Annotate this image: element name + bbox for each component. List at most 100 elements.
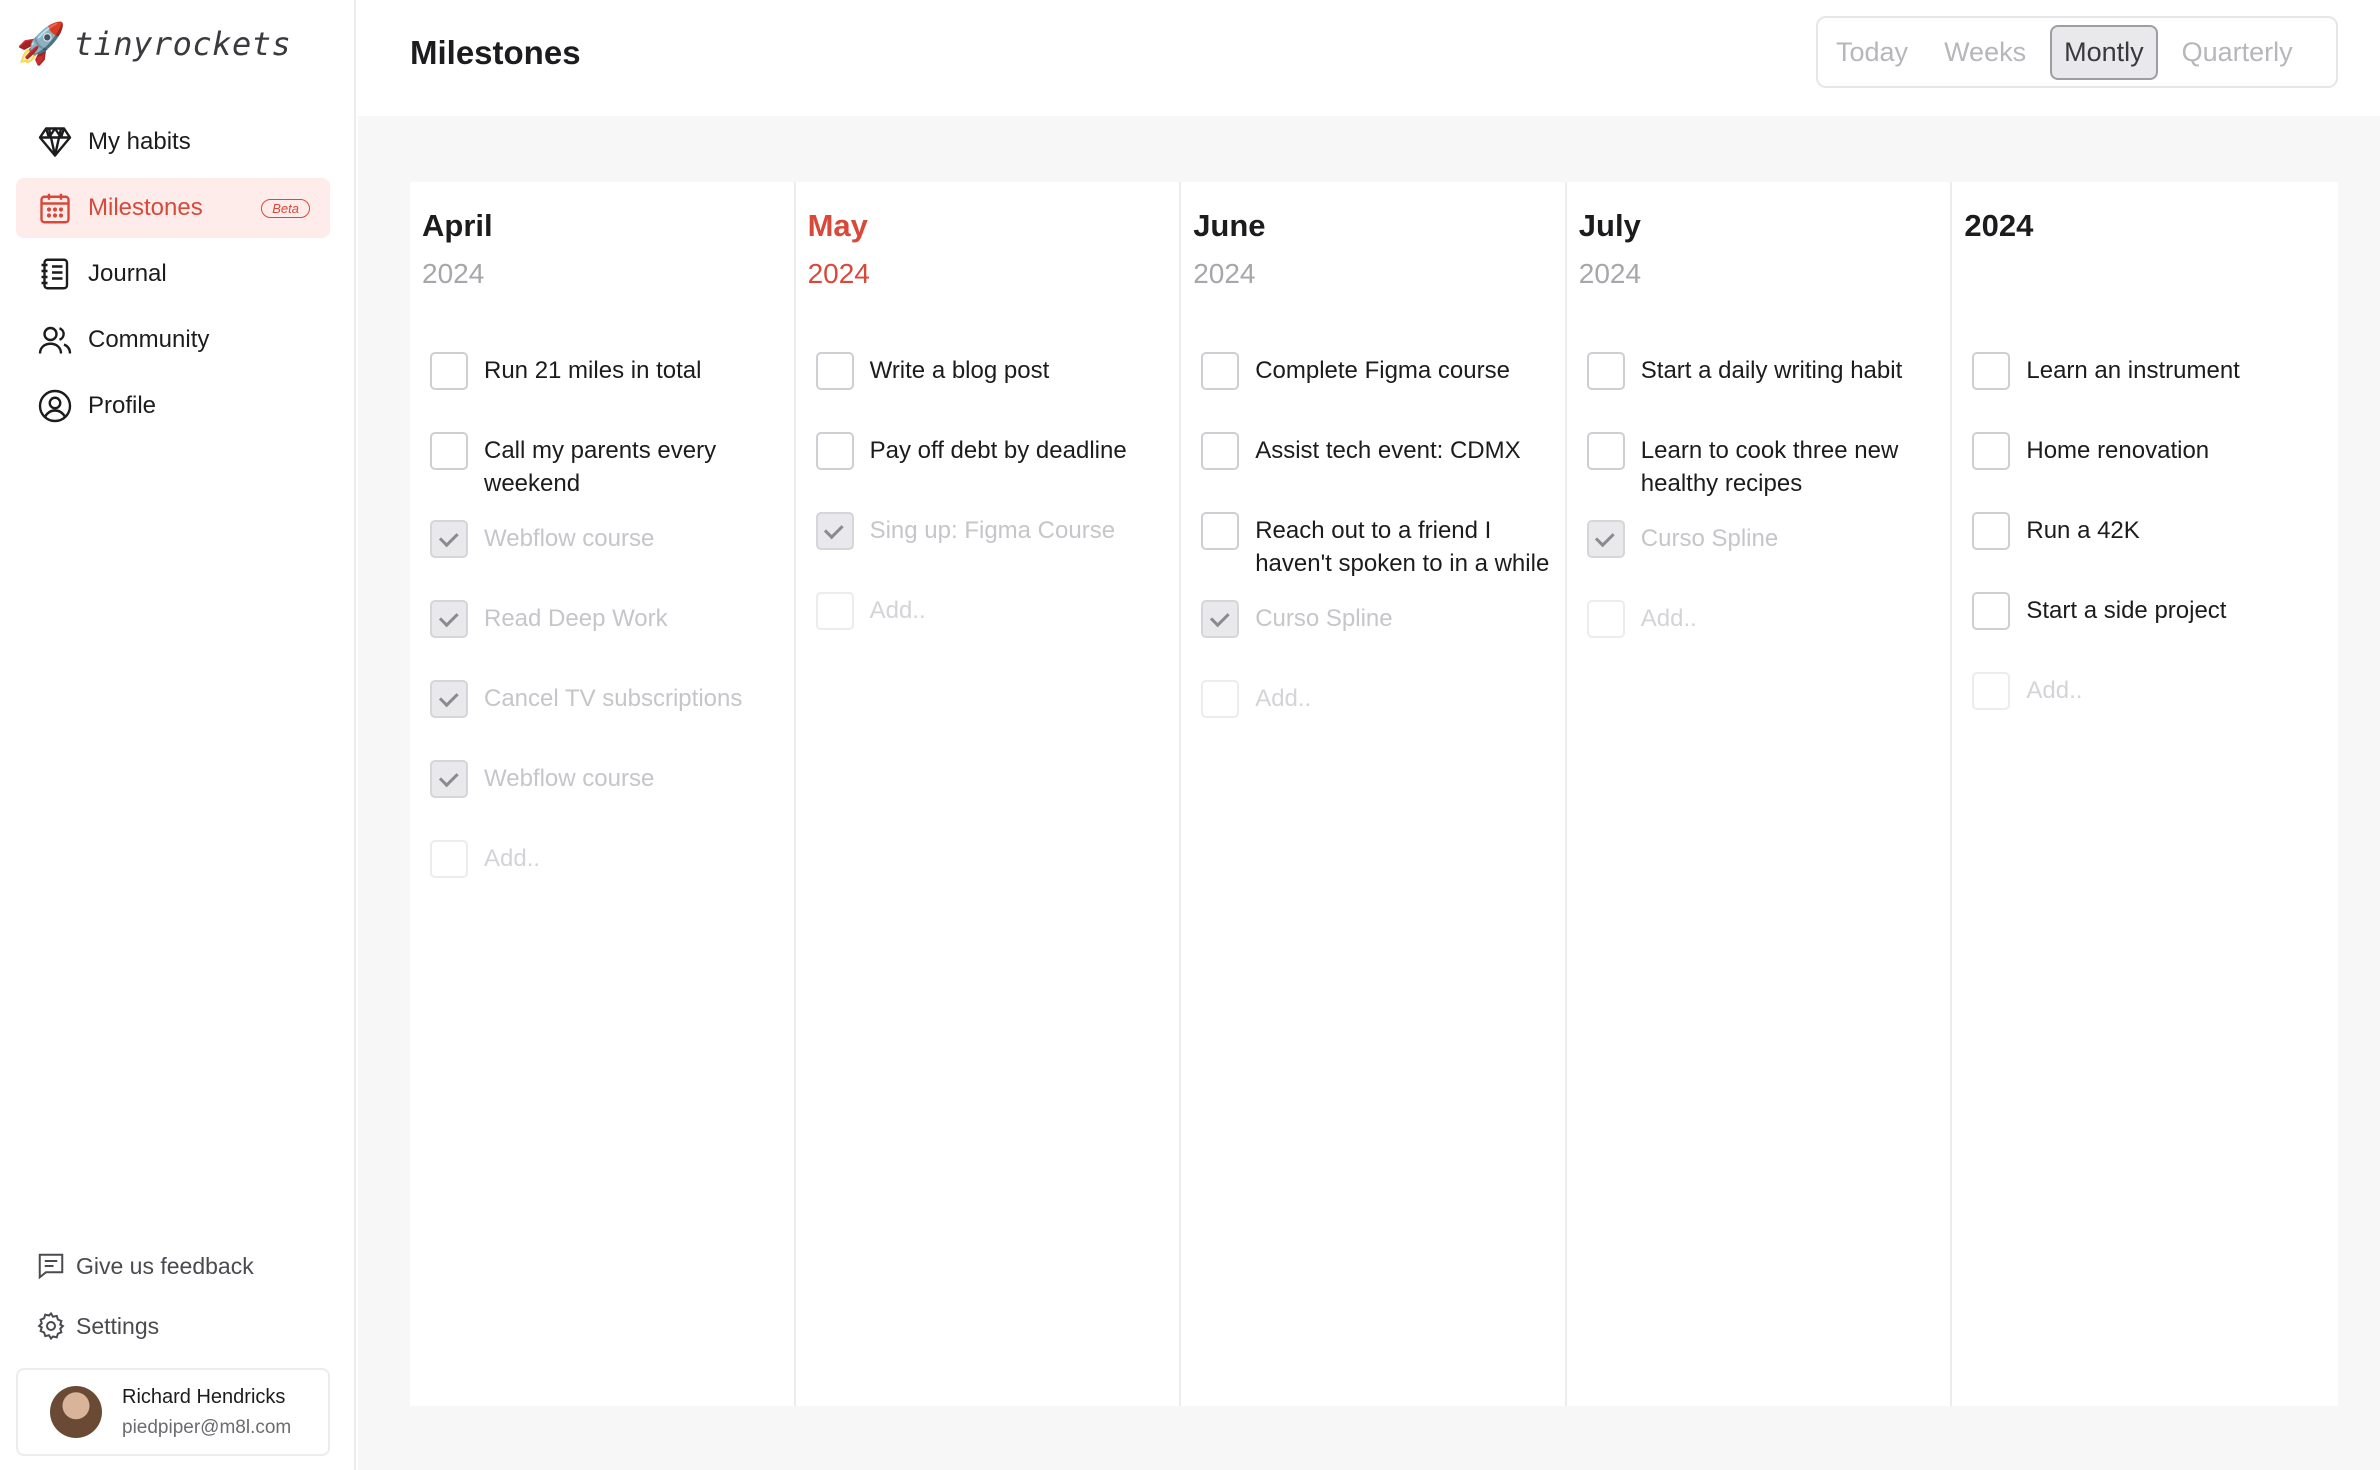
settings-link[interactable]: Settings (36, 1296, 254, 1356)
rocket-icon: 🚀 (16, 22, 66, 66)
page-title: Milestones (410, 34, 581, 71)
task-checkbox[interactable] (1201, 512, 1240, 550)
task-item[interactable]: Start a daily writing habit (1579, 348, 1951, 412)
task-label: Read Deep Work (484, 605, 668, 632)
task-item[interactable]: Curso Spline (1193, 596, 1565, 660)
task-item[interactable]: Reach out to a friend I haven't spoken t… (1193, 508, 1565, 580)
sidebar-item-journal[interactable]: Journal (16, 244, 330, 304)
task-checkbox[interactable] (1201, 352, 1240, 390)
column-april: April 2024 Run 21 miles in total Call my… (410, 182, 796, 1406)
add-task-placeholder[interactable]: Add.. (2026, 668, 2082, 707)
task-item[interactable]: Home renovation (1964, 428, 2338, 492)
task-checkbox[interactable] (430, 760, 468, 798)
task-item[interactable]: Pay off debt by deadline (808, 428, 1180, 492)
sidebar-item-label: Community (88, 326, 210, 353)
message-icon (36, 1251, 66, 1281)
add-task-checkbox (1972, 672, 2011, 710)
task-label: Write a blog post (869, 357, 1050, 384)
task-checkbox[interactable] (430, 520, 468, 558)
view-switch: Today Weeks Montly Quarterly (1816, 16, 2338, 88)
view-option-weeks[interactable]: Weeks (1932, 27, 2038, 78)
task-item[interactable]: Webflow course (422, 756, 794, 820)
task-item[interactable]: Assist tech event: CDMX (1193, 428, 1565, 492)
task-item[interactable]: Sing up: Figma Course (808, 508, 1180, 572)
sidebar-item-profile[interactable]: Profile (16, 376, 330, 436)
task-item[interactable]: Run a 42K (1964, 508, 2338, 572)
task-checkbox[interactable] (815, 512, 854, 550)
task-label: Webflow course (484, 765, 655, 792)
task-checkbox[interactable] (1586, 352, 1625, 390)
add-task[interactable]: Add.. (808, 588, 1180, 652)
column-june: June 2024 Complete Figma course Assist t… (1181, 182, 1567, 1406)
sidebar-item-milestones[interactable]: Milestones Beta (16, 178, 330, 238)
task-label: Learn to cook three new healthy recipes (1640, 437, 1899, 497)
task-checkbox[interactable] (1201, 600, 1240, 638)
user-card[interactable]: Richard Hendricks piedpiper@m8l.com (16, 1368, 330, 1456)
task-item[interactable]: Read Deep Work (422, 596, 794, 660)
task-list: Run 21 miles in total Call my parents ev… (422, 348, 794, 900)
logo[interactable]: 🚀 tinyrockets (16, 24, 291, 64)
add-task-placeholder[interactable]: Add.. (870, 588, 926, 627)
column-may: May 2024 Write a blog post Pay off debt … (796, 182, 1182, 1406)
user-name: Richard Hendricks (122, 1385, 286, 1408)
view-option-monthly[interactable]: Montly (2050, 24, 2158, 80)
column-year: 2024 (1193, 258, 1256, 289)
brand-name: tinyrockets (73, 25, 292, 63)
task-item[interactable]: Learn to cook three new healthy recipes (1579, 428, 1951, 500)
task-item[interactable]: Cancel TV subscriptions (422, 676, 794, 740)
task-checkbox[interactable] (430, 432, 468, 470)
task-item[interactable]: Webflow course (422, 516, 794, 580)
task-checkbox[interactable] (815, 432, 854, 470)
task-checkbox[interactable] (430, 352, 468, 390)
task-checkbox[interactable] (1201, 432, 1240, 470)
task-checkbox[interactable] (1972, 592, 2011, 630)
task-label: Start a daily writing habit (1640, 357, 1903, 384)
task-item[interactable]: Run 21 miles in total (422, 348, 794, 412)
task-item[interactable]: Curso Spline (1579, 516, 1951, 580)
sidebar-item-label: Milestones (88, 194, 203, 221)
users-icon (36, 321, 74, 359)
add-task-placeholder[interactable]: Add.. (1255, 676, 1311, 715)
task-label: Run a 42K (2026, 517, 2140, 544)
add-task[interactable]: Add.. (1193, 676, 1565, 740)
task-checkbox[interactable] (1972, 512, 2011, 550)
task-checkbox[interactable] (1586, 520, 1625, 558)
sidebar-item-community[interactable]: Community (16, 310, 330, 370)
add-task-placeholder[interactable]: Add.. (1641, 596, 1697, 635)
sidebar-item-my-habits[interactable]: My habits (16, 112, 330, 172)
task-checkbox[interactable] (1972, 432, 2011, 470)
column-year: 2024 (422, 258, 485, 289)
task-item[interactable]: Learn an instrument (1964, 348, 2338, 412)
task-label: Run 21 miles in total (484, 357, 702, 384)
task-label: Start a side project (2026, 597, 2227, 624)
task-item[interactable]: Call my parents every weekend (422, 428, 794, 500)
task-checkbox[interactable] (815, 352, 854, 390)
add-task-checkbox (815, 592, 854, 630)
task-list: Complete Figma course Assist tech event:… (1193, 348, 1565, 740)
task-list: Write a blog post Pay off debt by deadli… (808, 348, 1180, 652)
task-label: Sing up: Figma Course (869, 517, 1116, 544)
add-task[interactable]: Add.. (422, 836, 794, 900)
add-task-placeholder[interactable]: Add.. (484, 836, 540, 875)
task-list: Learn an instrument Home renovation Run … (1964, 348, 2338, 732)
task-label: Curso Spline (1640, 525, 1779, 552)
column-month: June (1193, 208, 1266, 243)
task-label: Complete Figma course (1255, 357, 1510, 384)
column-year: 2024 (1578, 258, 1642, 289)
task-item[interactable]: Complete Figma course (1193, 348, 1565, 412)
view-option-quarterly[interactable]: Quarterly (2170, 27, 2305, 78)
task-label: Cancel TV subscriptions (484, 685, 743, 712)
add-task[interactable]: Add.. (1579, 596, 1951, 660)
task-checkbox[interactable] (1586, 432, 1625, 470)
view-option-today[interactable]: Today (1824, 27, 1920, 78)
task-label: Call my parents every weekend (484, 437, 717, 497)
add-task[interactable]: Add.. (1964, 668, 2338, 732)
feedback-link[interactable]: Give us feedback (36, 1236, 254, 1296)
task-checkbox[interactable] (430, 680, 468, 718)
task-item[interactable]: Write a blog post (808, 348, 1180, 412)
task-item[interactable]: Start a side project (1964, 588, 2338, 652)
task-checkbox[interactable] (430, 600, 468, 638)
task-checkbox[interactable] (1972, 352, 2011, 390)
task-label: Assist tech event: CDMX (1255, 437, 1521, 464)
calendar-icon (36, 189, 74, 227)
